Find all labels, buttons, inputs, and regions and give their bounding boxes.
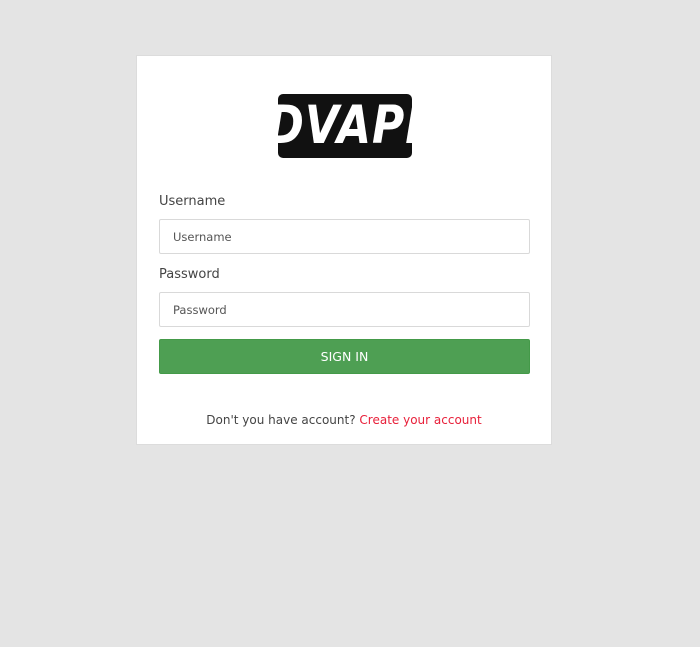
logo-text: DVAPI	[278, 94, 412, 156]
sign-in-button[interactable]: SIGN IN	[159, 339, 530, 374]
create-account-link[interactable]: Create your account	[359, 413, 481, 427]
username-input[interactable]	[159, 219, 530, 254]
login-card: DVAPI Username Password SIGN IN Don't yo…	[136, 55, 552, 445]
password-label: Password	[159, 267, 220, 282]
signup-prompt-text: Don't you have account?	[206, 413, 356, 427]
username-label: Username	[159, 194, 226, 209]
signup-prompt: Don't you have account? Create your acco…	[137, 413, 551, 427]
password-input[interactable]	[159, 292, 530, 327]
dvapi-logo: DVAPI	[278, 94, 412, 158]
